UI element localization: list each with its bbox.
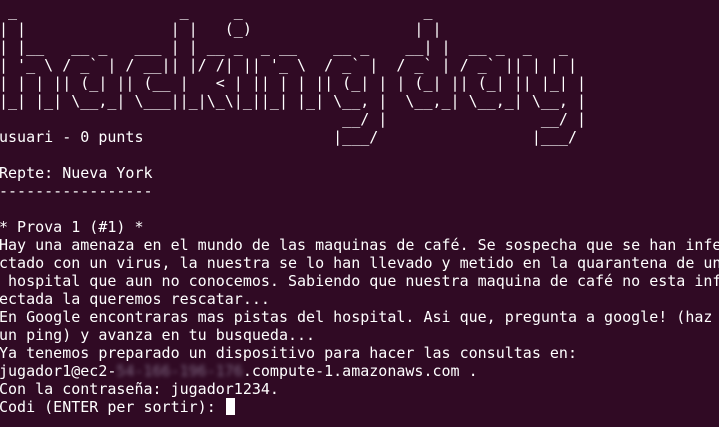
terminal-window[interactable]: _ _ _ _ | | | | (_) | | | |__ __ _ ___ |… (0, 0, 719, 427)
description-line: Ya tenemos preparado un dispositivo para… (0, 344, 577, 362)
host-suffix: .compute-1.amazonaws.com . (242, 362, 478, 380)
banner-art-line: | | | || (_| || (__ | < | || | | || (_| … (0, 74, 586, 92)
description-line: ectada la queremos rescatar... (0, 290, 270, 308)
description-line: ctado con un virus, la nuestra se lo han… (0, 254, 719, 272)
redacted-ip: 54-166-196-176 (116, 362, 243, 380)
prompt-line[interactable]: Codi (ENTER per sortir): (0, 398, 235, 416)
description-line: un ping) y avanza en tu busqueda... (0, 326, 316, 344)
banner-art-line: |_| |_| \__,_| \___||_|\_\|_||_| |_| \__… (0, 92, 586, 110)
banner-art-line: _ _ _ _ (0, 2, 559, 20)
banner-art-line: | |__ __ _ ___ | | __ _ _ __ __ _ __| | … (0, 38, 577, 56)
host-line: jugador1@ec2-54-166-196-176.compute-1.am… (0, 362, 478, 380)
prompt-text: Codi (ENTER per sortir): (0, 398, 225, 416)
banner-art-line: | '_ \ / _` | / __|| |/ /| || '_ \ / _` … (0, 56, 577, 74)
banner-art-line: __/ | __/ | (0, 110, 586, 128)
host-prefix: jugador1@ec2- (0, 362, 117, 380)
cursor[interactable] (225, 398, 235, 415)
password-line: Con la contraseña: jugador1234. (0, 380, 279, 398)
description-line: hospital que aun no conocemos. Sabiendo … (0, 272, 719, 290)
score-line: usuari - 0 punts |___/ |___/ (0, 128, 586, 146)
banner-art-line: | | | | (_) | | (0, 20, 559, 38)
challenge-divider: ----------------- (0, 182, 153, 200)
description-line: En Google encontraras mas pistas del hos… (0, 308, 713, 326)
description-line: Hay una amenaza en el mundo de las maqui… (0, 236, 719, 254)
test-heading: * Prova 1 (#1) * (0, 218, 144, 236)
challenge-label: Repte: Nueva York (0, 164, 153, 182)
